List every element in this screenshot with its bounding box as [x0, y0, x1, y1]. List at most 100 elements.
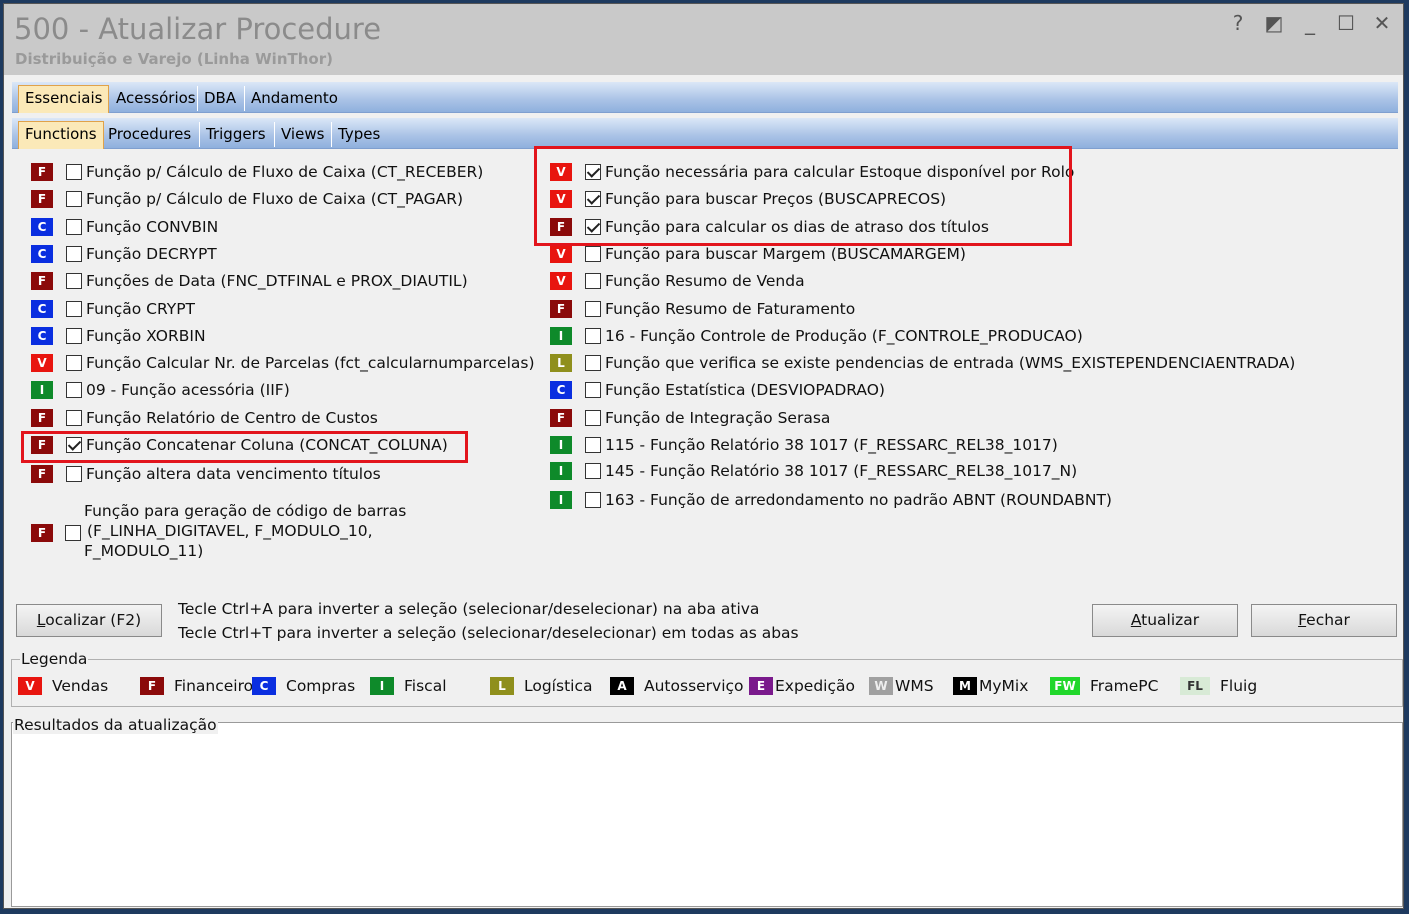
function-checkbox[interactable] [66, 191, 82, 207]
function-checkbox[interactable] [585, 382, 601, 398]
function-checkbox[interactable] [66, 301, 82, 317]
legend-label: Compras [286, 677, 356, 695]
function-label: Funções de Data (FNC_DTFINAL e PROX_DIAU… [86, 272, 468, 290]
category-badge: I [550, 436, 572, 454]
category-badge: V [550, 272, 572, 290]
function-list-item[interactable]: I 163 - Função de arredondamento no padrã… [550, 488, 1112, 512]
legend-item: FW FramePC [1050, 677, 1158, 695]
function-label: Função DECRYPT [86, 245, 217, 263]
function-label: Função Calcular Nr. de Parcelas (fct_cal… [86, 354, 535, 372]
tab-acessorios[interactable]: Acessórios [110, 86, 202, 111]
function-checkbox[interactable] [65, 525, 81, 541]
legend-group: Legenda V Vendas F Financeiro C Compras I Fisca… [11, 650, 1403, 707]
function-list-item[interactable]: C Função CRYPT [31, 297, 195, 321]
tab-functions[interactable]: Functions [18, 121, 104, 149]
legend-item: C Compras [252, 677, 355, 695]
function-checkbox[interactable] [585, 246, 601, 262]
function-checkbox[interactable] [66, 410, 82, 426]
function-checkbox[interactable] [585, 492, 601, 508]
function-label: Função CRYPT [86, 300, 196, 318]
category-badge: C [31, 218, 53, 236]
function-checkbox[interactable] [66, 164, 82, 180]
function-list-item[interactable]: C Função Estatística (DESVIOPADRAO) [550, 378, 885, 402]
function-list-item[interactable]: I 16 - Função Controle de Produção (F_CON… [550, 324, 1083, 348]
help-icon[interactable]: ? [1227, 12, 1249, 34]
function-checkbox[interactable] [585, 273, 601, 289]
function-checkbox[interactable] [66, 355, 82, 371]
function-checkbox[interactable] [585, 328, 601, 344]
function-list-item[interactable]: C Função CONVBIN [31, 215, 218, 239]
results-title: Resultados da atualização [13, 716, 218, 734]
category-badge: C [31, 300, 53, 318]
function-list-item[interactable]: F Função para geração de código de barra… [31, 502, 406, 563]
legend-item: A Autosserviço [610, 677, 744, 695]
function-list-item[interactable]: F Função Resumo de Faturamento [550, 297, 855, 321]
function-list-item[interactable]: C Função DECRYPT [31, 242, 217, 266]
button-label: tualizar [1141, 611, 1200, 629]
tab-types[interactable]: Types [331, 122, 386, 147]
function-list-item[interactable]: F Funções de Data (FNC_DTFINAL e PROX_DIA… [31, 269, 468, 293]
function-label: 115 - Função Relatório 38 1017 (F_RESSAR… [605, 436, 1058, 454]
tab-procedures[interactable]: Procedures [102, 122, 197, 147]
legend-badge: FW [1050, 677, 1080, 695]
function-label: Função altera data vencimento títulos [86, 465, 381, 483]
function-checkbox[interactable] [585, 355, 601, 371]
category-badge: L [550, 354, 572, 372]
function-list-item[interactable]: F Função Relatório de Centro de Custos [31, 406, 378, 430]
legend-item: F Financeiro [140, 677, 253, 695]
function-list-item[interactable]: F Função p/ Cálculo de Fluxo de Caixa (CT… [31, 160, 483, 184]
function-list-item[interactable]: I 145 - Função Relatório 38 1017 (F_RESSA… [550, 459, 1077, 483]
tab-essenciais[interactable]: Essenciais [18, 85, 110, 113]
window-title: 500 - Atualizar Procedure [14, 12, 382, 46]
function-label-line: F_MODULO_11) [84, 542, 204, 560]
function-checkbox[interactable] [66, 466, 82, 482]
function-list-item[interactable]: F Função altera data vencimento títulos [31, 462, 381, 486]
tab-triggers[interactable]: Triggers [199, 122, 272, 147]
legend-badge: A [610, 677, 634, 695]
function-checkbox[interactable] [66, 246, 82, 262]
function-label: Função Relatório de Centro de Custos [86, 409, 378, 427]
restore-layout-icon[interactable]: ◩ [1263, 12, 1285, 34]
function-checkbox[interactable] [66, 219, 82, 235]
function-list-item[interactable]: L Função que verifica se existe pendencia… [550, 351, 1295, 375]
function-list-item[interactable]: C Função XORBIN [31, 324, 206, 348]
legend-label: Logística [524, 677, 593, 695]
close-icon[interactable]: ✕ [1371, 12, 1393, 34]
minimize-icon[interactable]: _ [1299, 12, 1321, 34]
atualizar-button[interactable]: Atualizar [1092, 604, 1238, 637]
window-subtitle: Distribuição e Varejo (Linha WinThor) [15, 50, 333, 68]
function-list-item[interactable]: F Função de Integração Serasa [550, 406, 830, 430]
function-list-item[interactable]: F Função p/ Cálculo de Fluxo de Caixa (CT… [31, 187, 463, 211]
function-list-item[interactable]: I 115 - Função Relatório 38 1017 (F_RESSA… [550, 433, 1058, 457]
localizar-button[interactable]: Localizar (F2) [16, 604, 162, 637]
maximize-icon[interactable]: ☐ [1335, 12, 1357, 34]
function-checkbox[interactable] [585, 463, 601, 479]
button-label: echar [1306, 611, 1350, 629]
button-accelerator: F [1298, 611, 1307, 629]
function-list-item[interactable]: V Função Calcular Nr. de Parcelas (fct_ca… [31, 351, 535, 375]
function-list-item[interactable]: I 09 - Função acessória (IIF) [31, 378, 290, 402]
function-label: Função para buscar Margem (BUSCAMARGEM) [605, 245, 966, 263]
function-checkbox[interactable] [585, 301, 601, 317]
sub-tab-bar: Functions Procedures Triggers Views Type… [12, 118, 1398, 149]
fechar-button[interactable]: Fechar [1251, 604, 1397, 637]
function-checkbox[interactable] [66, 328, 82, 344]
highlight-box-concat-coluna [21, 431, 468, 463]
function-checkbox[interactable] [66, 382, 82, 398]
function-checkbox[interactable] [66, 273, 82, 289]
tab-dba[interactable]: DBA [197, 86, 242, 111]
function-label: Função p/ Cálculo de Fluxo de Caixa (CT_… [86, 163, 484, 181]
button-accelerator: L [36, 611, 46, 629]
functions-panel: F Função p/ Cálculo de Fluxo de Caixa (CT… [14, 146, 1398, 590]
legend-item: M MyMix [953, 677, 1028, 695]
category-badge: C [31, 245, 53, 263]
tab-views[interactable]: Views [274, 122, 330, 147]
legend-item: V Vendas [18, 677, 108, 695]
legend-item: FL Fluig [1180, 677, 1257, 695]
tab-andamento[interactable]: Andamento [244, 86, 344, 111]
results-textarea[interactable] [11, 722, 1403, 907]
function-checkbox[interactable] [585, 410, 601, 426]
legend-label: MyMix [979, 677, 1029, 695]
function-checkbox[interactable] [585, 437, 601, 453]
function-list-item[interactable]: V Função Resumo de Venda [550, 269, 805, 293]
